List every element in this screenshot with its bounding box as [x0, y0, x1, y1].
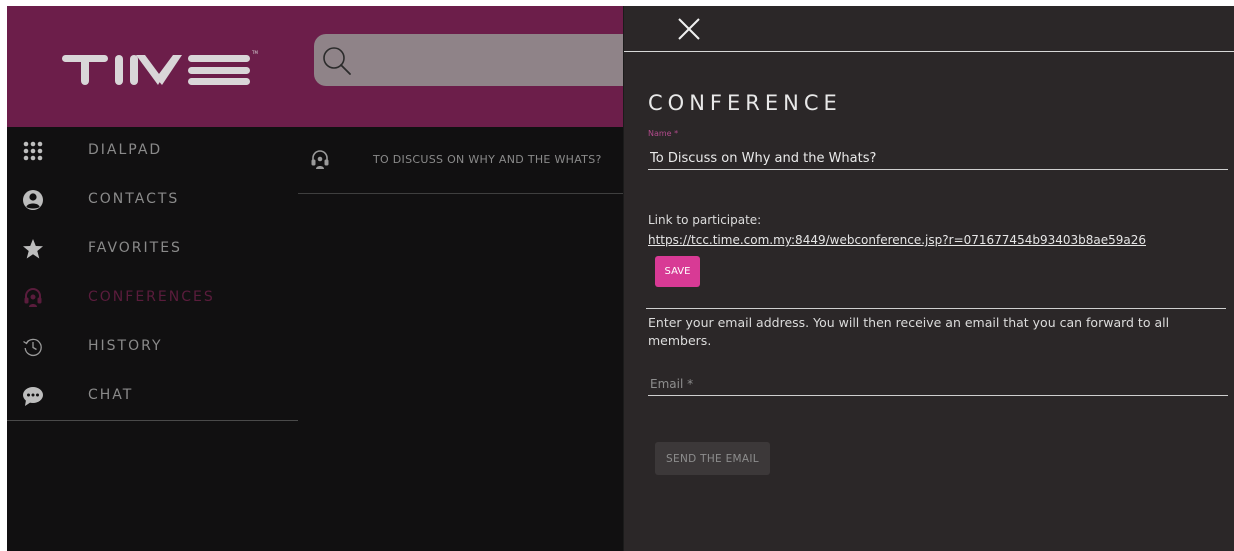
svg-text:TM: TM [251, 50, 258, 55]
app-header: TM [7, 6, 644, 127]
sidebar-divider [7, 420, 298, 421]
headset-icon [311, 150, 329, 169]
panel-header-divider [624, 51, 1234, 52]
close-icon[interactable] [676, 16, 702, 42]
sidebar-nav: DIALPAD CONTACTS FAVORITES CONFERENCES H… [7, 127, 299, 551]
save-button[interactable]: SAVE [655, 256, 700, 287]
panel-title: CONFERENCE [648, 91, 842, 115]
email-instructions: Enter your email address. You will then … [648, 315, 1170, 348]
link-label: Link to participate: [648, 213, 762, 227]
conference-detail-panel: CONFERENCE Name * Link to participate: h… [623, 6, 1234, 551]
participate-link[interactable]: https://tcc.time.com.my:8449/webconferen… [648, 233, 1146, 247]
sidebar-item-label: FAVORITES [88, 240, 182, 256]
send-email-button[interactable]: SEND THE EMAIL [655, 442, 770, 475]
sidebar-item-chat[interactable]: CHAT [7, 372, 298, 421]
sidebar-item-history[interactable]: HISTORY [7, 323, 298, 372]
conference-title: TO DISCUSS ON WHY AND THE WHATS? [373, 153, 602, 166]
name-field[interactable] [648, 147, 1228, 170]
dialpad-icon [23, 141, 43, 161]
section-divider [646, 308, 1226, 309]
sidebar-item-label: HISTORY [88, 338, 163, 354]
sidebar-item-label: CONFERENCES [88, 289, 215, 305]
conference-list: TO DISCUSS ON WHY AND THE WHATS? [298, 127, 623, 551]
sidebar-item-label: CONTACTS [88, 191, 180, 207]
sidebar-item-conferences[interactable]: CONFERENCES [7, 274, 298, 323]
search-box[interactable] [314, 34, 644, 86]
search-icon[interactable] [320, 44, 354, 78]
contact-icon [23, 190, 43, 210]
sidebar-item-favorites[interactable]: FAVORITES [7, 225, 298, 274]
email-field[interactable] [648, 373, 1228, 396]
sidebar-item-label: CHAT [88, 387, 134, 403]
name-field-label: Name * [648, 129, 679, 138]
time-logo: TM [52, 46, 262, 90]
sidebar-item-label: DIALPAD [88, 142, 163, 158]
sidebar-item-dialpad[interactable]: DIALPAD [7, 127, 298, 176]
chat-bubble-icon [23, 387, 43, 406]
app-window: TM DIALPAD CONTACTS FAVORITES CONFERENCE… [7, 6, 1234, 551]
headset-icon [24, 288, 42, 307]
conference-list-item[interactable]: TO DISCUSS ON WHY AND THE WHATS? [298, 127, 623, 194]
star-icon [23, 239, 43, 259]
history-icon [23, 338, 42, 357]
sidebar-item-contacts[interactable]: CONTACTS [7, 176, 298, 225]
